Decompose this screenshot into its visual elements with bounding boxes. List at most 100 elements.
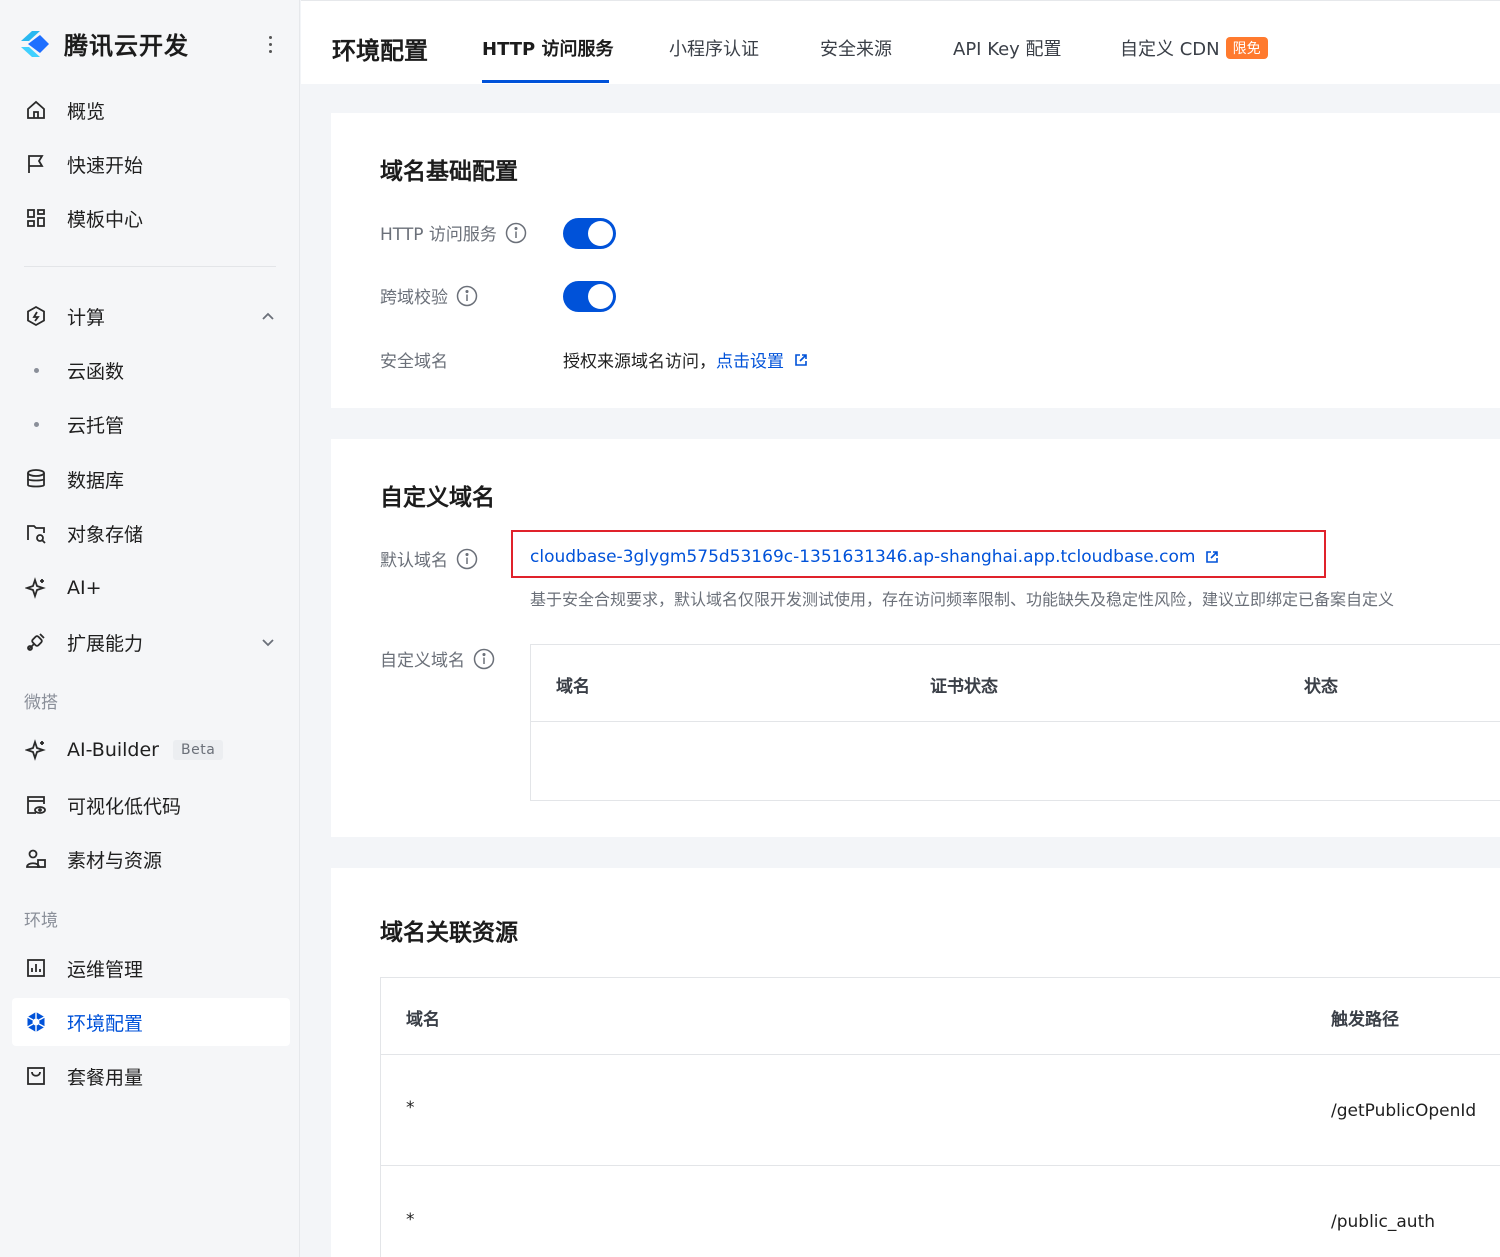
sidebar-item-label: AI-Builder — [67, 739, 159, 761]
row-domain: * — [406, 1210, 415, 1230]
column-header-domain: 域名 — [406, 1010, 440, 1030]
tab-api-key[interactable]: API Key 配置 — [953, 35, 1062, 61]
cors-check-label-text: 跨域校验 — [380, 288, 448, 308]
column-header-domain: 域名 — [556, 677, 590, 697]
sidebar-item-quickstart[interactable]: 快速开始 — [12, 140, 290, 188]
sparkle-icon — [24, 738, 48, 762]
sidebar-item-label: 素材与资源 — [67, 849, 163, 872]
row-trigger-path-link[interactable]: /getPublicOpenId — [1331, 1101, 1476, 1121]
section-label-env: 环境 — [24, 911, 58, 931]
sidebar-item-package[interactable]: 套餐用量 — [12, 1052, 290, 1100]
sidebar-item-label: 可视化低代码 — [67, 795, 182, 818]
custom-domain-table: 域名 证书状态 状态 — [530, 644, 1500, 801]
sidebar-divider — [24, 266, 276, 267]
compute-icon — [24, 304, 48, 328]
sidebar-item-label: 套餐用量 — [67, 1066, 144, 1089]
chart-icon — [24, 956, 48, 980]
bullet-dot — [34, 421, 39, 427]
settings-icon — [24, 1010, 48, 1034]
card-title: 域名基础配置 — [380, 159, 518, 185]
default-domain-label: 默认域名 — [380, 546, 478, 571]
custom-domain-label-text: 自定义域名 — [380, 651, 465, 671]
brand[interactable]: 腾讯云开发 — [18, 26, 189, 61]
safe-domain-label: 安全域名 — [380, 347, 448, 372]
database-icon — [24, 467, 48, 491]
card-title: 自定义域名 — [380, 485, 495, 511]
toggle-knob — [588, 284, 613, 309]
sidebar-item-cloud-functions[interactable]: 云函数 — [12, 346, 290, 394]
http-service-toggle[interactable] — [563, 218, 616, 249]
column-header-trigger-path: 触发路径 — [1331, 1010, 1399, 1030]
sidebar-item-compute[interactable]: 计算 — [12, 292, 290, 340]
sidebar-item-label: 云函数 — [67, 360, 125, 383]
sidebar-item-label: 云托管 — [67, 414, 125, 437]
tab-miniprogram-auth[interactable]: 小程序认证 — [669, 35, 759, 61]
external-link-icon[interactable] — [1205, 550, 1219, 564]
sidebar-item-ai-plus[interactable]: AI+ — [12, 564, 290, 612]
sidebar-item-label: 快速开始 — [67, 154, 144, 177]
sidebar-item-label: 计算 — [67, 306, 106, 329]
row-domain: * — [406, 1098, 415, 1118]
column-header-status: 状态 — [1304, 677, 1338, 697]
sidebar-item-lowcode[interactable]: 可视化低代码 — [12, 781, 290, 829]
tab-custom-cdn[interactable]: 自定义 CDN 限免 — [1120, 35, 1268, 61]
sidebar-item-ai-builder[interactable]: AI-Builder Beta — [12, 726, 290, 774]
sidebar-item-templates[interactable]: 模板中心 — [12, 194, 290, 242]
storage-icon — [24, 521, 48, 545]
row-trigger-path-link[interactable]: /public_auth — [1331, 1212, 1435, 1232]
external-link-icon[interactable] — [794, 353, 808, 367]
domain-basic-config-card: 域名基础配置 HTTP 访问服务 跨域校验 安全域名 授权来源域名访问， 点击设… — [331, 113, 1500, 408]
top-tabs-bar: 环境配置 HTTP 访问服务 小程序认证 安全来源 API Key 配置 自定义… — [301, 0, 1500, 84]
page-title: 环境配置 — [332, 37, 428, 65]
sidebar-item-label: AI+ — [67, 577, 102, 599]
sidebar-item-label: 概览 — [67, 100, 106, 123]
sidebar-item-env-config[interactable]: 环境配置 — [12, 998, 290, 1046]
sidebar: 腾讯云开发 概览 快速开始 模板中心 计算 云函数 云托管 数据库 对象存储 A… — [0, 0, 300, 1257]
brand-name: 腾讯云开发 — [64, 32, 189, 60]
domain-resources-table: 域名 触发路径 * /getPublicOpenId * /public_aut… — [380, 977, 1500, 1257]
lowcode-icon — [24, 793, 48, 817]
sidebar-item-label: 数据库 — [67, 469, 125, 492]
bullet-dot — [34, 367, 39, 373]
sidebar-item-extensions[interactable]: 扩展能力 — [12, 618, 290, 666]
sidebar-item-overview[interactable]: 概览 — [12, 86, 290, 134]
chevron-down-icon[interactable] — [258, 632, 278, 652]
table-header — [531, 645, 1500, 722]
column-header-cert-status: 证书状态 — [930, 677, 998, 697]
click-to-set-link[interactable]: 点击设置 — [716, 347, 784, 372]
tab-security-source[interactable]: 安全来源 — [820, 35, 892, 61]
custom-domain-card: 自定义域名 默认域名 cloudbase-3glygm575d53169c-13… — [331, 439, 1500, 837]
tab-http-service[interactable]: HTTP 访问服务 — [482, 35, 614, 61]
row-divider — [381, 1165, 1500, 1166]
info-icon[interactable] — [473, 648, 495, 670]
sidebar-item-object-storage[interactable]: 对象存储 — [12, 509, 290, 557]
info-icon[interactable] — [505, 222, 527, 244]
assets-icon — [24, 847, 48, 871]
info-icon[interactable] — [456, 285, 478, 307]
default-domain-link[interactable]: cloudbase-3glygm575d53169c-1351631346.ap… — [530, 547, 1219, 567]
sidebar-item-label: 扩展能力 — [67, 632, 144, 655]
http-service-label-text: HTTP 访问服务 — [380, 225, 497, 245]
home-icon — [24, 98, 48, 122]
cors-check-toggle[interactable] — [563, 281, 616, 312]
active-tab-indicator — [482, 80, 609, 83]
sidebar-item-cloud-hosting[interactable]: 云托管 — [12, 400, 290, 448]
grid-icon — [24, 206, 48, 230]
custom-domain-label: 自定义域名 — [380, 646, 495, 671]
sidebar-item-ops[interactable]: 运维管理 — [12, 944, 290, 992]
tab-custom-cdn-label: 自定义 CDN — [1120, 39, 1220, 60]
chevron-up-icon[interactable] — [258, 306, 278, 326]
default-domain-label-text: 默认域名 — [380, 551, 448, 571]
default-domain-hint: 基于安全合规要求，默认域名仅限开发测试使用，存在访问频率限制、功能缺失及稳定性风… — [530, 590, 1395, 609]
default-domain-text: cloudbase-3glygm575d53169c-1351631346.ap… — [530, 547, 1196, 567]
sidebar-item-database[interactable]: 数据库 — [12, 455, 290, 503]
toggle-knob — [588, 221, 613, 246]
safe-domain-label-text: 安全域名 — [380, 352, 448, 372]
sidebar-item-assets[interactable]: 素材与资源 — [12, 835, 290, 883]
safe-domain-text: 授权来源域名访问， — [563, 352, 716, 372]
sparkle-icon — [24, 576, 48, 600]
sidebar-item-label: 模板中心 — [67, 208, 144, 231]
info-icon[interactable] — [456, 548, 478, 570]
sidebar-item-label: 环境配置 — [67, 1012, 144, 1035]
more-menu-icon[interactable] — [260, 30, 280, 58]
